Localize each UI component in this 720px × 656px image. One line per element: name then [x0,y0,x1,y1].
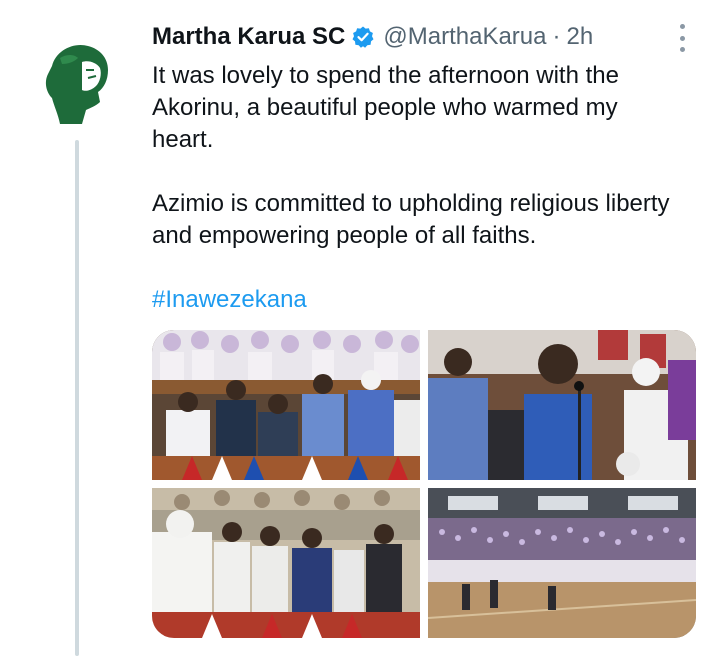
tweet-header: Martha Karua SC @MarthaKarua · 2h [152,18,702,56]
photo-2[interactable] [428,330,696,480]
photo-3[interactable] [152,488,420,638]
media-grid [152,330,696,638]
more-options-icon[interactable] [676,24,688,52]
hashtag-link[interactable]: #Inawezekana [152,284,702,316]
tweet-content: Martha Karua SC @MarthaKarua · 2h It was… [152,18,702,316]
timestamp[interactable]: 2h [567,23,594,51]
separator-dot: · [552,23,561,50]
tweet-text-paragraph-1: It was lovely to spend the afternoon wit… [152,62,619,153]
author-handle[interactable]: @MarthaKarua [383,23,546,51]
tweet[interactable]: Martha Karua SC @MarthaKarua · 2h It was… [0,0,720,656]
avatar-silhouette-icon [30,36,122,128]
verified-badge-icon [351,25,375,49]
tweet-text-paragraph-2: Azimio is committed to upholding religio… [152,190,670,249]
photo-4[interactable] [428,488,696,638]
avatar-column [30,36,126,128]
photo-1[interactable] [152,330,420,480]
thread-line [75,140,79,656]
avatar[interactable] [30,36,122,128]
author-name[interactable]: Martha Karua SC [152,23,345,51]
